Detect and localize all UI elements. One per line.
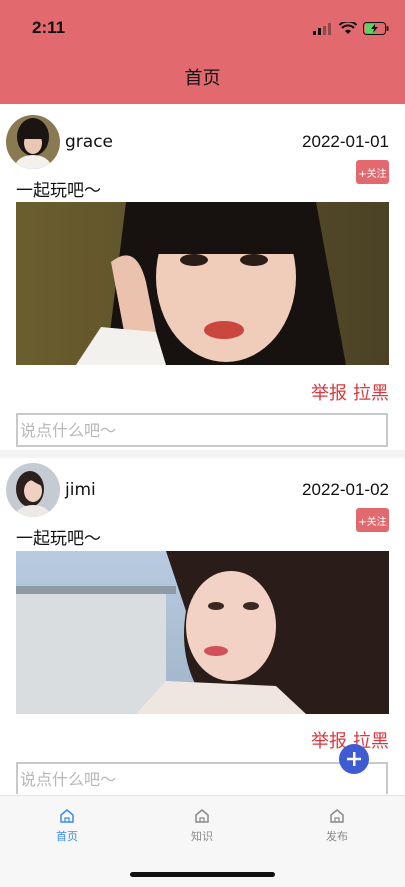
comment-input[interactable] bbox=[16, 413, 388, 447]
tab-home[interactable]: 首页 bbox=[37, 808, 97, 844]
post-username[interactable]: grace bbox=[65, 132, 113, 152]
status-bar: 2:11 bbox=[0, 0, 405, 60]
plus-icon bbox=[347, 752, 361, 766]
avatar[interactable] bbox=[6, 115, 60, 169]
post-photo[interactable] bbox=[16, 202, 389, 365]
post-caption: 一起玩吧～ bbox=[16, 181, 101, 201]
tab-knowledge[interactable]: 知识 bbox=[172, 808, 232, 844]
tab-label: 发布 bbox=[326, 830, 348, 843]
post-username[interactable]: jimi bbox=[65, 480, 96, 500]
block-button[interactable]: 拉黑 bbox=[353, 379, 389, 405]
post-card: grace 2022-01-01 +关注 一起玩吧～ 举报 拉黑 说点什么吧～ bbox=[0, 104, 405, 450]
home-indicator bbox=[130, 872, 275, 877]
follow-button[interactable]: +关注 bbox=[356, 508, 389, 532]
post-actions: 举报 拉黑 bbox=[311, 379, 389, 405]
wifi-icon bbox=[339, 22, 357, 34]
home-icon bbox=[195, 809, 209, 823]
post-photo[interactable] bbox=[16, 551, 389, 714]
report-button[interactable]: 举报 bbox=[311, 379, 347, 405]
home-icon bbox=[330, 809, 344, 823]
page-title: 首页 bbox=[184, 68, 221, 89]
comment-input[interactable] bbox=[16, 762, 388, 794]
post-card: jimi 2022-01-02 +关注 一起玩吧～ 举报 拉黑 说点什么吧～ bbox=[0, 458, 405, 794]
follow-button[interactable]: +关注 bbox=[356, 160, 389, 184]
post-date: 2022-01-02 bbox=[302, 480, 389, 499]
status-icons bbox=[313, 22, 389, 35]
tab-label: 首页 bbox=[56, 830, 78, 843]
post-date: 2022-01-01 bbox=[302, 132, 389, 151]
tab-publish[interactable]: 发布 bbox=[307, 808, 367, 844]
add-post-button[interactable] bbox=[339, 744, 369, 774]
tab-label: 知识 bbox=[191, 830, 213, 843]
battery-icon bbox=[363, 22, 389, 35]
post-feed[interactable]: grace 2022-01-01 +关注 一起玩吧～ 举报 拉黑 说点什么吧～ … bbox=[0, 104, 405, 794]
header-bar: 2:11 首页 bbox=[0, 0, 405, 104]
signal-icon bbox=[313, 22, 331, 35]
avatar[interactable] bbox=[6, 463, 60, 517]
status-time: 2:11 bbox=[32, 18, 66, 37]
post-caption: 一起玩吧～ bbox=[16, 529, 101, 549]
home-icon bbox=[60, 809, 74, 823]
